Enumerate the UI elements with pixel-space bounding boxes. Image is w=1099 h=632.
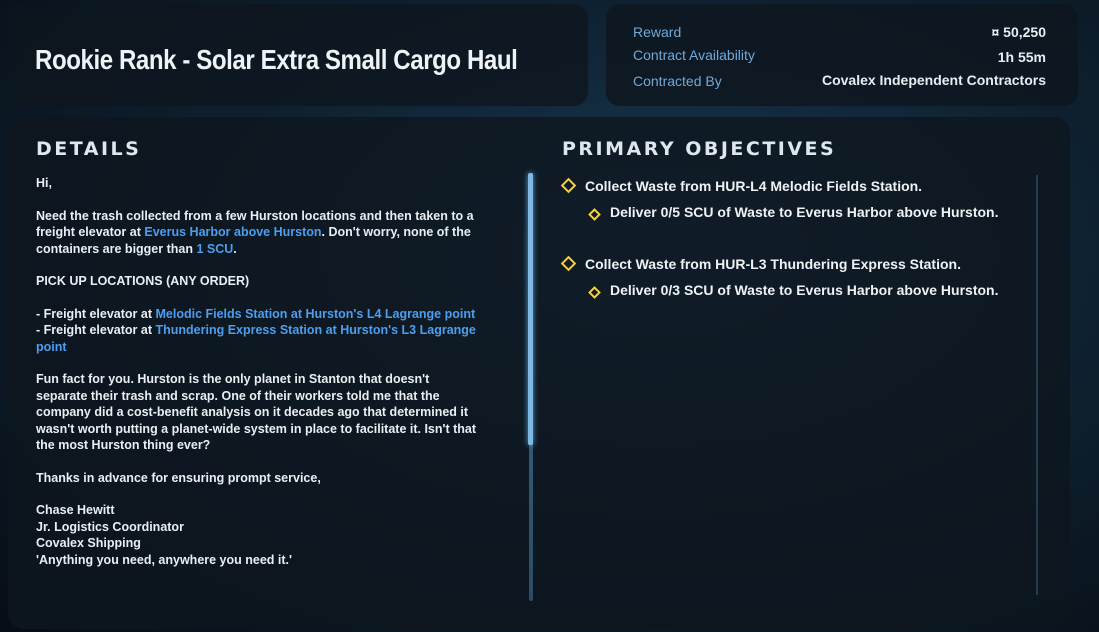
contract-meta-panel: Reward ¤ 50,250 Contract Availability 1h… — [606, 4, 1078, 106]
thanks-line: Thanks in advance for ensuring prompt se… — [36, 470, 321, 485]
sub-objective-label: Deliver 0/5 SCU of Waste to Everus Harbo… — [610, 204, 999, 220]
reward-value: ¤ 50,250 — [991, 24, 1047, 40]
signature-motto: 'Anything you need, anywhere you need it… — [36, 552, 292, 567]
contract-title-panel: Rookie Rank - Solar Extra Small Cargo Ha… — [6, 4, 588, 106]
availability-label: Contract Availability — [633, 47, 755, 63]
pickup-heading: PICK UP LOCATIONS (ANY ORDER) — [36, 274, 250, 288]
signature-title: Jr. Logistics Coordinator — [36, 519, 184, 534]
objective-diamond-icon — [560, 177, 577, 194]
contract-title: Rookie Rank - Solar Extra Small Cargo Ha… — [35, 44, 518, 75]
signature-name: Chase Hewitt — [36, 503, 115, 517]
contracted-by-label: Contracted By — [633, 73, 722, 89]
objectives-heading: PRIMARY OBJECTIVES — [562, 138, 837, 160]
sub-objective-diamond-icon — [588, 286, 601, 300]
reward-label: Reward — [633, 24, 682, 40]
pickup-list: - Freight elevator at Melodic Fields Sta… — [36, 306, 481, 356]
details-intro-text-3: . — [233, 241, 237, 256]
sub-objective-item — [588, 206, 601, 224]
details-body[interactable]: Hi, Need the trash collected from a few … — [36, 175, 481, 568]
contract-main-panel: DETAILS Hi, Need the trash collected fro… — [8, 117, 1070, 629]
objective-item — [560, 255, 577, 273]
sub-objective-item — [588, 284, 601, 302]
signature-company: Covalex Shipping — [36, 536, 141, 550]
fun-fact: Fun fact for you. Hurston is the only pl… — [36, 372, 477, 452]
objective-diamond-icon — [560, 255, 577, 272]
details-heading: DETAILS — [36, 138, 142, 160]
objectives-scrollbar-track — [1036, 175, 1038, 595]
melodic-fields-link[interactable]: Melodic Fields Station at Hurston's L4 L… — [155, 307, 475, 321]
availability-value: 1h 55m — [997, 49, 1046, 65]
objective-label: Collect Waste from HUR-L4 Melodic Fields… — [585, 178, 923, 194]
signature: Chase Hewitt Jr. Logistics Coordinator C… — [36, 502, 481, 568]
everus-harbor-link[interactable]: Everus Harbor above Hurston — [144, 225, 321, 239]
details-scrollbar-thumb[interactable] — [528, 173, 533, 445]
details-intro: Need the trash collected from a few Hurs… — [36, 208, 481, 258]
details-greeting: Hi, — [36, 176, 52, 190]
objective-label: Collect Waste from HUR-L3 Thundering Exp… — [585, 256, 961, 272]
sub-objective-diamond-icon — [588, 208, 601, 222]
pickup-2-prefix: - Freight elevator at — [36, 323, 156, 337]
scu-link[interactable]: 1 SCU — [196, 242, 233, 256]
sub-objective-label: Deliver 0/3 SCU of Waste to Everus Harbo… — [610, 282, 999, 298]
objective-item — [560, 177, 577, 195]
contracted-by-value: Covalex Independent Contractors — [821, 72, 1046, 88]
pickup-1-prefix: - Freight elevator at — [36, 306, 156, 321]
